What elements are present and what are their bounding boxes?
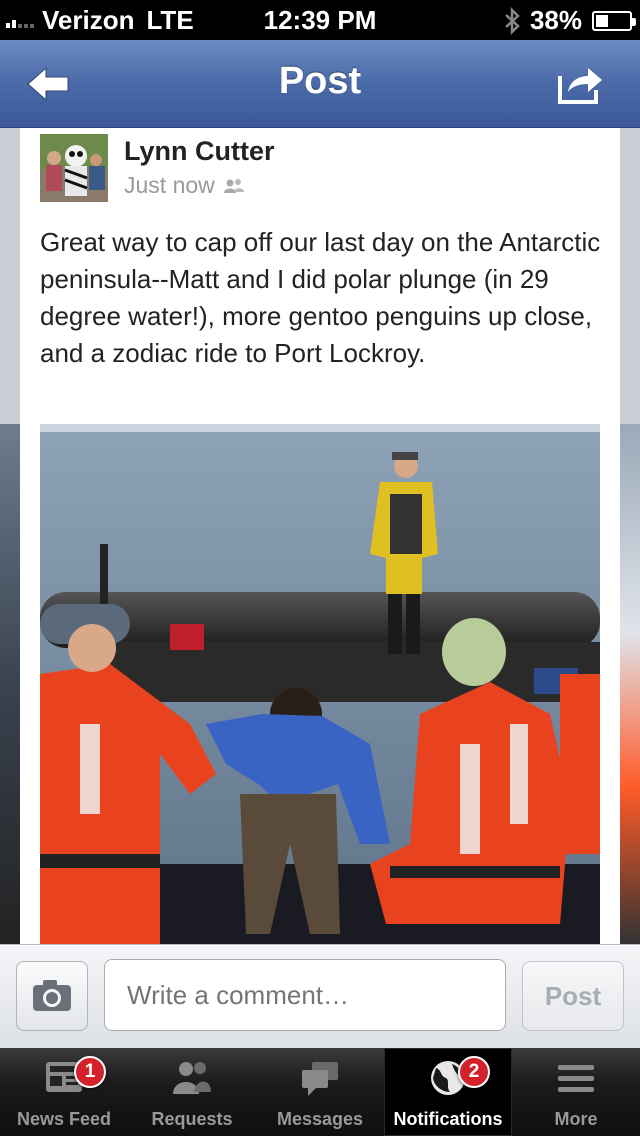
- tab-label: More: [554, 1109, 598, 1129]
- tab-label: Messages: [276, 1109, 364, 1129]
- tab-bar: 1 News Feed Requests Messages 2 Notifica…: [0, 1048, 640, 1136]
- friends-icon: [223, 178, 244, 193]
- status-bar: Verizon LTE 12:39 PM 38%: [0, 0, 640, 40]
- tab-label: Notifications: [393, 1109, 503, 1129]
- avatar[interactable]: [40, 134, 108, 202]
- battery-percent: 38%: [529, 5, 582, 35]
- camera-button[interactable]: [16, 961, 88, 1031]
- camera-icon: [33, 980, 71, 1011]
- post-text: Great way to cap off our last day on the…: [40, 227, 601, 368]
- comment-bar: Post: [0, 944, 640, 1048]
- comment-input[interactable]: [104, 959, 506, 1031]
- post-photo[interactable]: [40, 424, 600, 944]
- messages-icon: [302, 1062, 338, 1096]
- notifications-badge: 2: [458, 1056, 490, 1088]
- requests-icon: [173, 1062, 211, 1094]
- share-icon[interactable]: [556, 62, 606, 106]
- tab-requests[interactable]: Requests: [128, 1048, 256, 1136]
- post-card: Lynn Cutter Just now Great way to cap of…: [20, 128, 620, 948]
- post-timestamp: Just now: [124, 172, 215, 198]
- bluetooth-icon: [505, 6, 520, 35]
- tab-news-feed[interactable]: 1 News Feed: [0, 1048, 128, 1136]
- post-meta: Just now: [124, 172, 245, 199]
- tab-label: Requests: [151, 1109, 233, 1129]
- news-feed-badge: 1: [74, 1056, 106, 1088]
- post-comment-button[interactable]: Post: [522, 961, 624, 1031]
- tab-label: News Feed: [16, 1109, 112, 1129]
- battery-icon: [592, 10, 636, 31]
- tab-notifications[interactable]: 2 Notifications: [384, 1048, 512, 1136]
- tab-messages[interactable]: Messages: [256, 1048, 384, 1136]
- menu-icon: [558, 1065, 594, 1092]
- page-title: Post: [278, 60, 362, 102]
- author-name[interactable]: Lynn Cutter: [124, 136, 275, 167]
- navigation-bar: Post: [0, 40, 640, 128]
- tab-more[interactable]: More: [512, 1048, 640, 1136]
